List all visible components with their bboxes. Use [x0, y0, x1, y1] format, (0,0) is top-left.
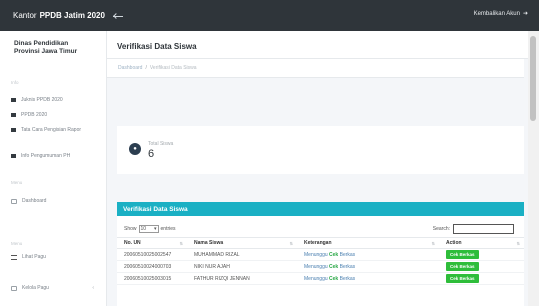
cek-berkas-button[interactable]: Cek Berkas: [446, 250, 479, 259]
top-navbar: Kantor PPDB Jatim 2020 Kembalikan Akun ➜: [0, 0, 539, 31]
stat-value: 6: [148, 148, 155, 160]
user-icon: ●: [129, 143, 141, 155]
search-label: Search:: [432, 226, 450, 232]
return-account-button[interactable]: Kembalikan Akun ➜: [473, 10, 528, 18]
breadcrumb-home-link[interactable]: Dashboard: [118, 65, 142, 71]
entries-label: entries: [160, 226, 176, 232]
cell-action: Cek Berkas: [439, 272, 524, 285]
sidebar-heading-info: Info: [11, 80, 19, 85]
cell-nama: FATHUR RIZQI JENNAN: [187, 272, 297, 285]
sidebar-item-pengumuman[interactable]: Info Pengumuman PH: [0, 153, 70, 159]
cell-keterangan: Menunggu Cek Berkas: [297, 248, 439, 261]
sidebar-heading-menu-2: Menu: [11, 241, 23, 246]
panel-title: Verifikasi Data Siswa: [117, 202, 524, 216]
page-title: Verifikasi Data Siswa: [107, 31, 539, 59]
sidebar-item-label: Juknis PPDB 2020: [21, 97, 63, 103]
student-table: No. UN ⇅ Nama Siswa ⇅ Keterangan ⇅ Action ⇅ …: [117, 237, 524, 285]
main-content: Verifikasi Data Siswa Dashboard / Verifika…: [107, 31, 539, 306]
cell-keterangan: Menunggu Cek Berkas: [297, 260, 439, 273]
page-length-control: Show 10 entries: [124, 225, 176, 233]
cell-no-un: 20060510025003015: [117, 272, 187, 285]
sidebar-item-label: Dashboard: [22, 198, 47, 204]
book-icon: [11, 113, 16, 117]
table-row: 20060510025002547 MUHAMMAD RIZAL Menungg…: [117, 248, 524, 261]
sidebar-item-label: PPDB 2020: [21, 112, 48, 118]
table-row: 20060510024000703 NIKI NUR AJAH Menunggu…: [117, 260, 524, 273]
sort-icon: ⇅: [179, 241, 183, 246]
sidebar-item-kelola-pagu[interactable]: Kelola Pagu ‹: [0, 285, 94, 291]
book-icon: [11, 98, 16, 102]
column-header-nama[interactable]: Nama Siswa ⇅: [187, 237, 297, 249]
stat-label: Total Siswa: [148, 141, 174, 147]
sidebar-toggle-icon[interactable]: [112, 13, 123, 19]
column-header-no-un[interactable]: No. UN ⇅: [117, 237, 187, 249]
return-account-label: Kembalikan Akun: [473, 10, 520, 17]
cell-action: Cek Berkas: [439, 260, 524, 273]
cell-nama: MUHAMMAD RIZAL: [187, 248, 297, 261]
sidebar: Dinas Pendidikan Provinsi Jawa Timur Inf…: [0, 31, 107, 306]
cell-action: Cek Berkas: [439, 248, 524, 261]
book-icon: [11, 128, 16, 132]
sidebar-item-juknis[interactable]: Juknis PPDB 2020: [0, 97, 63, 103]
org-name-line1: Dinas Pendidikan: [14, 40, 69, 47]
brand-prefix: Kantor: [13, 11, 37, 20]
cell-keterangan: Menunggu Cek Berkas: [297, 272, 439, 285]
cell-nama: NIKI NUR AJAH: [187, 260, 297, 273]
sort-icon: ⇅: [431, 241, 435, 246]
book-icon: [11, 154, 16, 158]
sidebar-item-tata-cara[interactable]: Tata Cara Pengisian Rapor: [0, 127, 95, 133]
page-length-select[interactable]: 10: [138, 225, 159, 233]
sign-out-icon: ➜: [522, 11, 528, 17]
sidebar-item-dashboard[interactable]: Dashboard: [0, 198, 46, 204]
sidebar-item-label: Tata Cara Pengisian Rapor: [21, 127, 82, 133]
monitor-icon: [11, 199, 17, 204]
app-brand[interactable]: Kantor PPDB Jatim 2020: [0, 11, 123, 20]
cell-no-un: 20060510025002547: [117, 248, 187, 261]
breadcrumb-current: Verifikasi Data Siswa: [149, 65, 197, 71]
sidebar-item-label: Info Pengumuman PH: [21, 153, 71, 159]
list-icon: [11, 255, 17, 260]
cek-berkas-button[interactable]: Cek Berkas: [446, 262, 479, 271]
org-name: Dinas Pendidikan Provinsi Jawa Timur: [0, 31, 106, 56]
sort-icon: ⇅: [516, 241, 520, 246]
sidebar-heading-menu: Menu: [11, 180, 23, 185]
chevron-left-icon: ‹: [92, 285, 94, 291]
page-scrollbar[interactable]: [528, 31, 539, 306]
table-row: 20060510025003015 FATHUR RIZQI JENNAN Me…: [117, 272, 524, 285]
sidebar-item-label: Kelola Pagu: [22, 285, 49, 291]
verification-panel: Verifikasi Data Siswa Show 10 entries Se…: [117, 202, 524, 306]
search-input[interactable]: [453, 224, 514, 234]
scrollbar-thumb[interactable]: [530, 36, 536, 121]
column-header-action[interactable]: Action ⇅: [439, 237, 524, 249]
table-controls: Show 10 entries Search:: [117, 221, 524, 235]
sidebar-item-ppdb[interactable]: PPDB 2020: [0, 112, 47, 118]
sidebar-item-label: Lihat Pagu: [22, 254, 46, 260]
sort-icon: ⇅: [289, 241, 293, 246]
org-name-line2: Provinsi Jawa Timur: [14, 48, 78, 55]
total-siswa-card: ● Total Siswa 6: [117, 126, 524, 174]
breadcrumb: Dashboard / Verifikasi Data Siswa: [107, 59, 524, 78]
table-header-row: No. UN ⇅ Nama Siswa ⇅ Keterangan ⇅ Action ⇅: [117, 237, 524, 249]
column-header-keterangan[interactable]: Keterangan ⇅: [297, 237, 439, 249]
sidebar-item-lihat-pagu[interactable]: Lihat Pagu: [0, 254, 46, 260]
cell-no-un: 20060510024000703: [117, 260, 187, 273]
cek-berkas-button[interactable]: Cek Berkas: [446, 274, 479, 283]
show-label: Show: [124, 226, 137, 232]
table-search: Search:: [433, 224, 514, 234]
edit-icon: [11, 286, 17, 291]
brand-name: PPDB Jatim 2020: [39, 11, 105, 20]
breadcrumb-separator: /: [145, 65, 147, 71]
